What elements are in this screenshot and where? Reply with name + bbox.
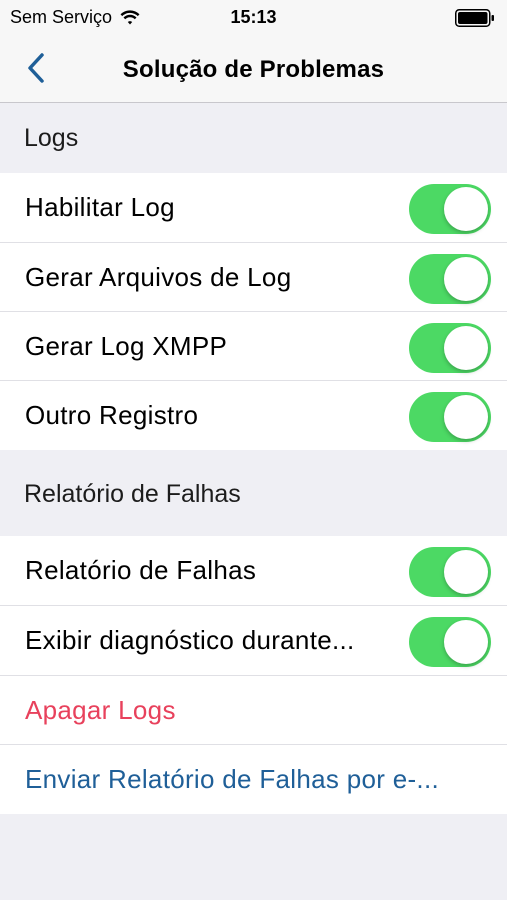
row-label: Habilitar Log bbox=[25, 192, 175, 222]
toggle-knob bbox=[444, 187, 488, 231]
gerar-arquivos-de-log-toggle[interactable] bbox=[409, 254, 491, 304]
toggle-knob bbox=[444, 395, 488, 439]
row-gerar-arquivos-de-log: Gerar Arquivos de Log bbox=[0, 243, 507, 312]
section-header-crash-report: Relatório de Falhas bbox=[24, 480, 241, 508]
clear-logs-label: Apagar Logs bbox=[25, 695, 176, 725]
toggle-knob bbox=[444, 550, 488, 594]
row-label: Outro Registro bbox=[25, 400, 199, 430]
row-label: Gerar Arquivos de Log bbox=[25, 262, 292, 292]
row-relatorio-de-falhas: Relatório de Falhas bbox=[0, 536, 507, 605]
battery-icon bbox=[455, 9, 494, 27]
status-time: 15:13 bbox=[230, 7, 277, 27]
exibir-diagnostico-toggle[interactable] bbox=[409, 617, 491, 667]
row-label: Gerar Log XMPP bbox=[25, 331, 228, 361]
row-outro-registro: Outro Registro bbox=[0, 381, 507, 450]
habilitar-log-toggle[interactable] bbox=[409, 184, 491, 234]
toggle-knob bbox=[444, 620, 488, 664]
navigation-bar: Solução de Problemas bbox=[0, 36, 507, 103]
send-crash-report-label: Enviar Relatório de Falhas por e-... bbox=[25, 764, 439, 794]
row-habilitar-log: Habilitar Log bbox=[0, 173, 507, 242]
row-label: Relatório de Falhas bbox=[25, 555, 257, 585]
row-gerar-log-xmpp: Gerar Log XMPP bbox=[0, 312, 507, 381]
section-header-logs: Logs bbox=[24, 123, 79, 152]
toggle-knob bbox=[444, 326, 488, 370]
row-exibir-diagnostico: Exibir diagnóstico durante... bbox=[0, 606, 507, 675]
status-bar: Sem Serviço 15:13 bbox=[0, 0, 507, 36]
relatorio-de-falhas-toggle[interactable] bbox=[409, 547, 491, 597]
clear-logs-button[interactable]: Apagar Logs bbox=[0, 676, 507, 745]
row-label: Exibir diagnóstico durante... bbox=[25, 625, 355, 655]
outro-registro-toggle[interactable] bbox=[409, 392, 491, 442]
gerar-log-xmpp-toggle[interactable] bbox=[409, 323, 491, 373]
send-crash-report-button[interactable]: Enviar Relatório de Falhas por e-... bbox=[0, 745, 507, 814]
toggle-knob bbox=[444, 257, 488, 301]
page-title: Solução de Problemas bbox=[122, 56, 385, 83]
